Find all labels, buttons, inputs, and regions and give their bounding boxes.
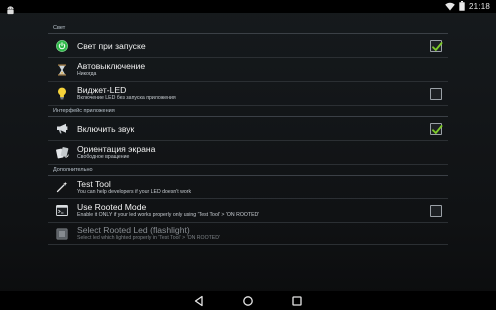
settings-screen: 21:18 Свет Свет при запуске Автовыключен… bbox=[0, 0, 496, 310]
wifi-icon bbox=[445, 0, 455, 16]
megaphone-icon bbox=[55, 122, 69, 136]
pref-summary: Select led which lighted properly in 'Te… bbox=[77, 235, 220, 241]
checkbox-widget-led[interactable] bbox=[430, 87, 442, 100]
pref-title: Ориентация экрана bbox=[77, 144, 156, 154]
navigation-bar bbox=[0, 291, 496, 310]
hourglass-icon bbox=[55, 63, 69, 77]
pref-title: Свет при запуске bbox=[77, 40, 146, 51]
power-icon bbox=[55, 39, 69, 53]
category-header-advanced: Дополнительно bbox=[48, 165, 448, 176]
list-icon bbox=[55, 227, 69, 241]
pref-title: Use Rooted Mode bbox=[77, 202, 147, 212]
pref-test-tool[interactable]: Test Tool You can help developers if you… bbox=[48, 176, 448, 199]
recents-icon[interactable] bbox=[291, 294, 303, 306]
terminal-icon bbox=[55, 204, 69, 218]
screen-rotation-icon bbox=[55, 146, 69, 160]
android-icon bbox=[6, 2, 15, 20]
pref-summary: You can help developers if your LED does… bbox=[77, 188, 192, 195]
status-bar: 21:18 bbox=[0, 0, 496, 16]
pref-use-rooted-mode[interactable]: Use Rooted Mode Enable it ONLY if your l… bbox=[48, 199, 448, 223]
category-header-app-interface: Интерфейс приложения bbox=[48, 106, 448, 117]
category-header-light: Свет bbox=[48, 23, 448, 34]
pref-summary: Никогда bbox=[77, 71, 97, 77]
pref-widget-led[interactable]: Виджет-LED Включение LED без запуска при… bbox=[48, 82, 448, 106]
magic-wand-icon bbox=[55, 180, 69, 194]
pref-title: Виджет-LED bbox=[77, 85, 127, 95]
battery-icon bbox=[459, 0, 465, 16]
lightbulb-icon bbox=[55, 87, 69, 101]
clock: 21:18 bbox=[468, 2, 490, 11]
checkbox-light-on-start[interactable] bbox=[430, 39, 443, 52]
preferences-list: Свет Свет при запуске Автовыключение Ник… bbox=[48, 23, 448, 270]
pref-summary: Включение LED без запуска приложения bbox=[77, 95, 176, 101]
pref-title: Test Tool bbox=[77, 178, 111, 189]
pref-title: Включить звук bbox=[77, 123, 135, 134]
back-icon[interactable] bbox=[193, 294, 205, 307]
checkbox-enable-sound[interactable] bbox=[430, 122, 443, 135]
pref-title: Select Rooted Led (flashlight) bbox=[77, 225, 190, 235]
pref-enable-sound[interactable]: Включить звук bbox=[48, 117, 448, 141]
pref-select-rooted-led: Select Rooted Led (flashlight) Select le… bbox=[48, 223, 448, 245]
pref-screen-orientation[interactable]: Ориентация экрана Свободное вращение bbox=[48, 141, 448, 165]
home-icon[interactable] bbox=[242, 294, 254, 306]
pref-light-on-start[interactable]: Свет при запуске bbox=[48, 34, 448, 58]
pref-summary: Свободное вращение bbox=[77, 154, 130, 160]
pref-auto-off[interactable]: Автовыключение Никогда bbox=[48, 58, 448, 82]
pref-title: Автовыключение bbox=[77, 61, 146, 71]
checkbox-use-rooted-mode[interactable] bbox=[430, 204, 442, 217]
pref-summary: Enable it ONLY if your led works properl… bbox=[77, 212, 260, 218]
